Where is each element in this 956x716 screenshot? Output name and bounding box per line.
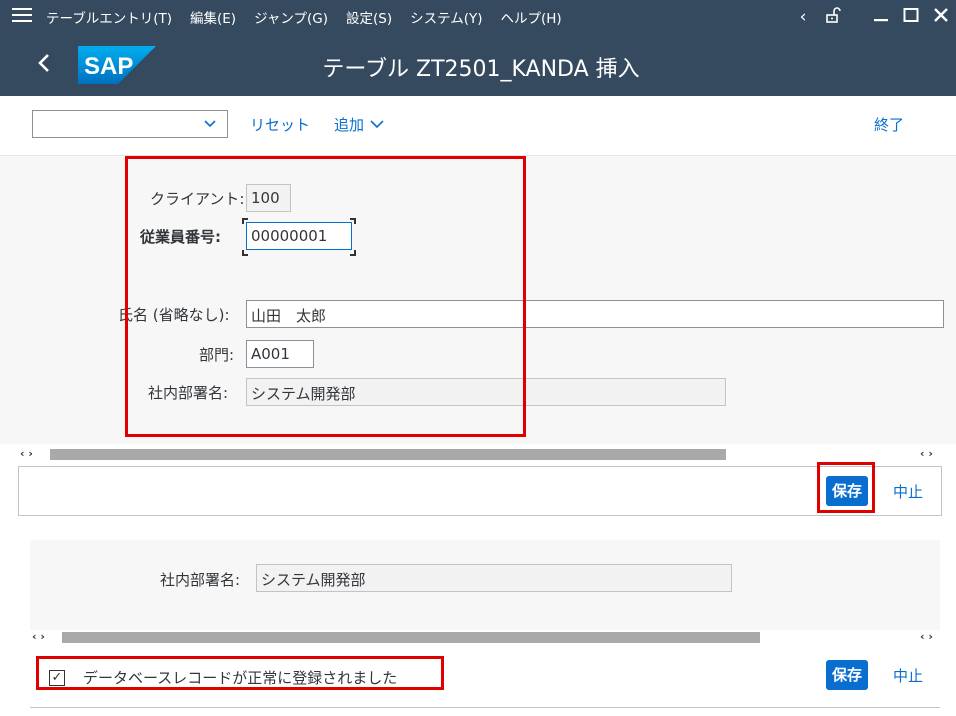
highlight-box-message <box>36 656 444 690</box>
maximize-icon[interactable] <box>896 7 926 28</box>
menu-bar: テーブルエントリ(T) 編集(E) ジャンプ(G) 設定(S) システム(Y) … <box>0 0 956 34</box>
cancel-button[interactable]: 中止 <box>893 665 923 686</box>
minimize-icon[interactable] <box>866 7 896 28</box>
window-controls: ‹ <box>788 0 956 34</box>
add-button[interactable]: 追加 <box>334 114 385 135</box>
close-icon[interactable] <box>926 7 956 28</box>
title-bar: SAP テーブル ZT2501_KANDA 挿入 <box>0 34 956 96</box>
chevron-left-icon[interactable]: ‹ <box>788 7 818 27</box>
scrollbar-thumb[interactable] <box>50 449 726 460</box>
menu-table-entry[interactable]: テーブルエントリ(T) <box>46 7 172 27</box>
menu-items: テーブルエントリ(T) 編集(E) ジャンプ(G) 設定(S) システム(Y) … <box>46 0 562 34</box>
menu-help[interactable]: ヘルプ(H) <box>500 7 561 27</box>
scroll-arrows-icon[interactable]: ‹ › <box>920 447 933 460</box>
chevron-down-icon <box>203 113 217 137</box>
menu-jump[interactable]: ジャンプ(G) <box>254 7 328 27</box>
scrollbar-thumb[interactable] <box>62 632 760 643</box>
footer-toolbar <box>18 466 942 516</box>
cancel-button[interactable]: 中止 <box>893 481 923 502</box>
variant-dropdown[interactable] <box>32 110 228 138</box>
horizontal-scrollbar[interactable]: ‹ › ‹ › <box>0 447 956 461</box>
unlock-icon[interactable] <box>818 6 848 28</box>
scroll-arrows-icon[interactable]: ‹ › <box>920 630 933 643</box>
menu-edit[interactable]: 編集(E) <box>190 7 236 27</box>
dept-name-field: システム開発部 <box>256 564 732 592</box>
menu-system[interactable]: システム(Y) <box>410 7 482 27</box>
save-button[interactable]: 保存 <box>826 660 868 690</box>
toolbar: リセット 追加 終了 <box>0 96 956 156</box>
scroll-arrows-icon[interactable]: ‹ › <box>32 630 45 643</box>
scroll-arrows-icon[interactable]: ‹ › <box>20 447 33 460</box>
chevron-down-icon <box>370 120 384 129</box>
highlight-box-save <box>817 462 875 513</box>
menu-settings[interactable]: 設定(S) <box>346 7 392 27</box>
dept-name-label: 社内部署名: <box>160 571 241 589</box>
highlight-box-form <box>125 156 526 437</box>
hamburger-menu-icon[interactable] <box>12 8 32 26</box>
horizontal-scrollbar[interactable]: ‹ › ‹ › <box>30 630 940 644</box>
page-title: テーブル ZT2501_KANDA 挿入 <box>322 57 640 82</box>
exit-button[interactable]: 終了 <box>874 114 904 135</box>
reset-button[interactable]: リセット <box>250 114 310 135</box>
